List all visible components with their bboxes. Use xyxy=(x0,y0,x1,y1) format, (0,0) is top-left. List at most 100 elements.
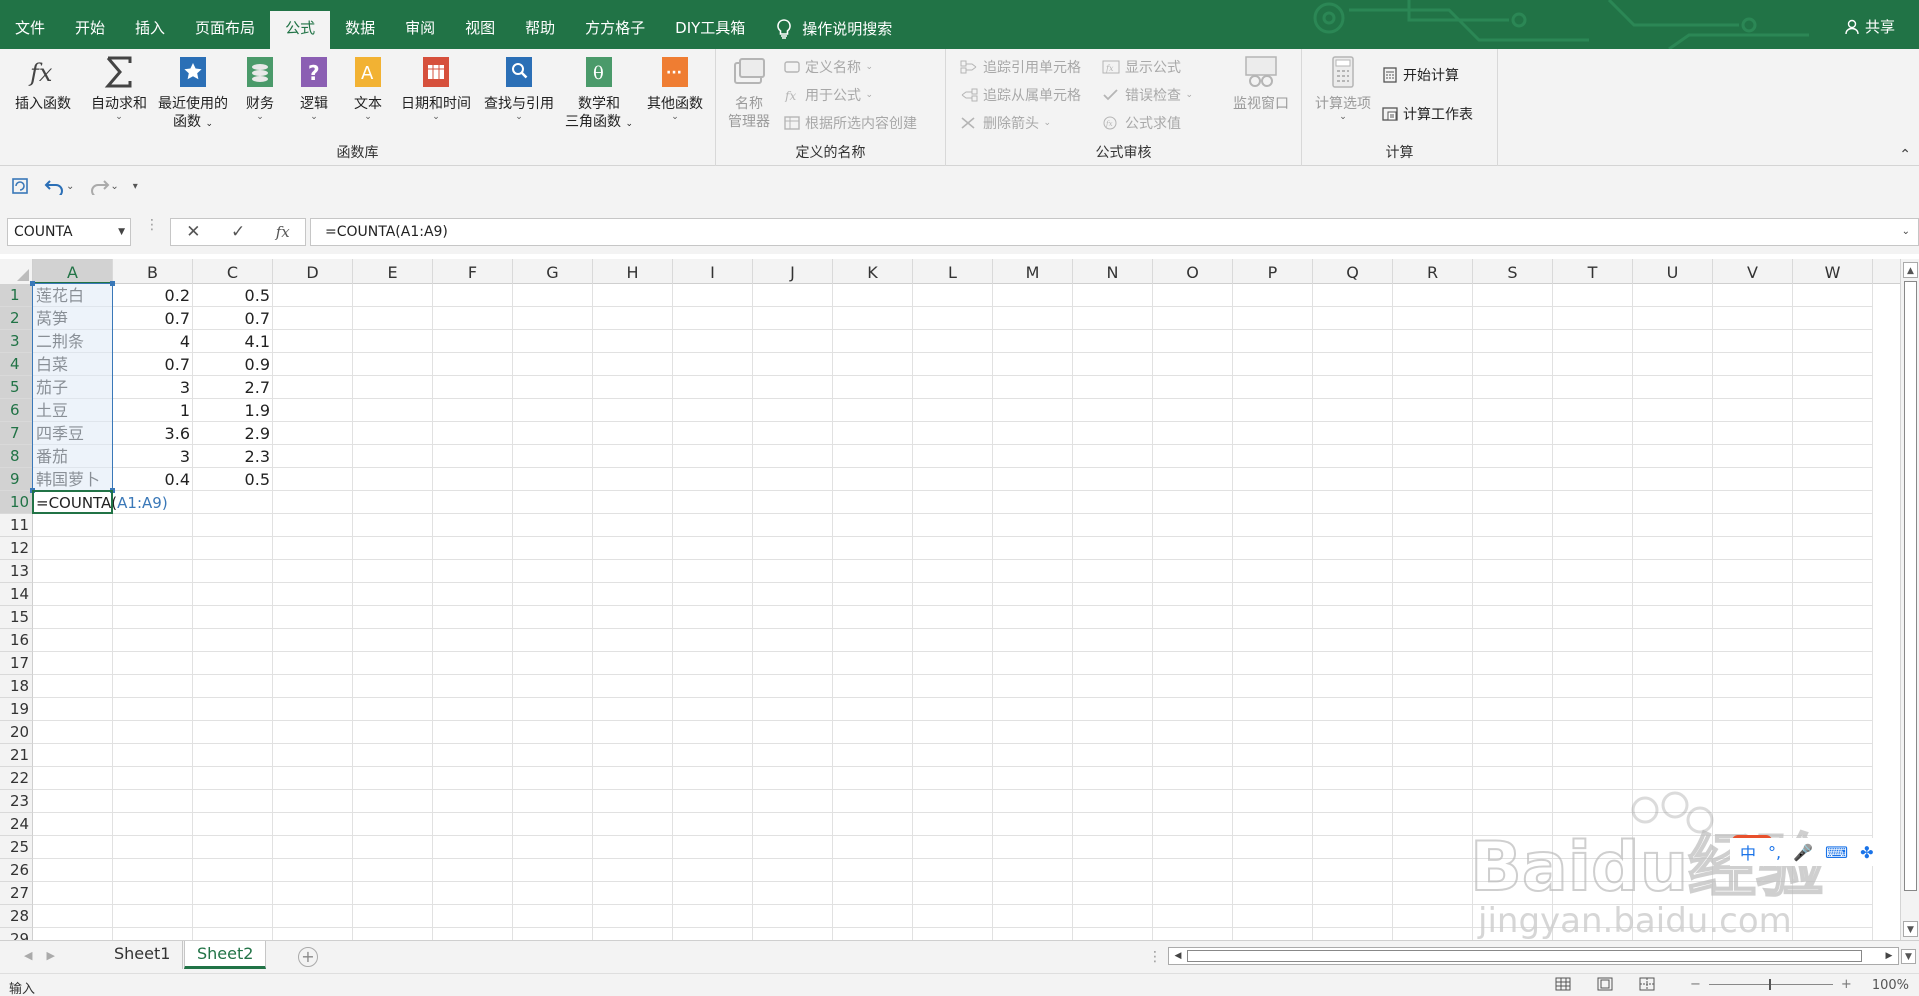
cell-a10-editing[interactable]: =COUNTA(A1:A9) xyxy=(33,491,168,514)
column-header-b[interactable]: B xyxy=(113,259,193,284)
cell-a6[interactable]: 土豆 xyxy=(33,399,113,422)
calculate-sheet-button[interactable]: 计算工作表 xyxy=(1382,104,1473,124)
row-header-18[interactable]: 18 xyxy=(0,675,33,698)
column-header-u[interactable]: U xyxy=(1633,259,1713,284)
name-manager-button[interactable]: 名称 管理器 xyxy=(724,55,774,131)
row-header-12[interactable]: 12 xyxy=(0,537,33,560)
scroll-right-icon[interactable]: ▶ xyxy=(1881,948,1897,964)
row-header-5[interactable]: 5 xyxy=(0,376,33,399)
column-header-d[interactable]: D xyxy=(273,259,353,284)
zoom-slider[interactable]: − + xyxy=(1690,977,1852,992)
cell-c1[interactable]: 0.5 xyxy=(193,284,273,307)
cell-a2[interactable]: 莴笋 xyxy=(33,307,113,330)
more-functions-button[interactable]: ··· 其他函数 ⌄ xyxy=(640,55,710,122)
row-header-8[interactable]: 8 xyxy=(0,445,33,468)
column-header-o[interactable]: O xyxy=(1153,259,1233,284)
cell-c4[interactable]: 0.9 xyxy=(193,353,273,376)
scroll-corner-down-icon[interactable]: ▼ xyxy=(1901,949,1916,964)
resize-handle-icon[interactable]: ⋮ xyxy=(145,218,159,232)
math-trig-button[interactable]: θ 数学和 三角函数 ⌄ xyxy=(560,55,638,133)
column-header-k[interactable]: K xyxy=(833,259,913,284)
insert-function-icon[interactable]: fx xyxy=(276,223,290,241)
cell-a8[interactable]: 番茄 xyxy=(33,445,113,468)
cell-c6[interactable]: 1.9 xyxy=(193,399,273,422)
cell-c8[interactable]: 2.3 xyxy=(193,445,273,468)
expand-formula-bar-icon[interactable]: ⌄ xyxy=(1902,219,1910,245)
use-in-formula-button[interactable]: fx 用于公式 ⌄ xyxy=(784,85,873,105)
column-header-a[interactable]: A xyxy=(33,259,113,284)
cell-c5[interactable]: 2.7 xyxy=(193,376,273,399)
row-header-11[interactable]: 11 xyxy=(0,514,33,537)
share-button[interactable]: 共享 xyxy=(1845,16,1895,37)
tab-formulas[interactable]: 公式 xyxy=(270,11,331,49)
row-header-26[interactable]: 26 xyxy=(0,859,33,882)
cell-b9[interactable]: 0.4 xyxy=(113,468,193,491)
cell-a7[interactable]: 四季豆 xyxy=(33,422,113,445)
enter-checkmark-icon[interactable]: ✓ xyxy=(231,222,245,242)
cell-b1[interactable]: 0.2 xyxy=(113,284,193,307)
column-header-c[interactable]: C xyxy=(193,259,273,284)
watch-window-button[interactable]: 监视窗口 xyxy=(1226,55,1296,113)
vertical-scrollbar[interactable]: ▲ ▼ xyxy=(1900,259,1919,940)
row-header-15[interactable]: 15 xyxy=(0,606,33,629)
cell-b7[interactable]: 3.6 xyxy=(113,422,193,445)
select-all-button[interactable] xyxy=(0,259,33,284)
tab-data[interactable]: 数据 xyxy=(330,0,390,49)
column-header-f[interactable]: F xyxy=(433,259,513,284)
autosave-button[interactable] xyxy=(10,176,30,196)
date-time-button[interactable]: 日期和时间 ⌄ xyxy=(396,55,476,122)
column-header-r[interactable]: R xyxy=(1393,259,1473,284)
customize-qat-button[interactable]: ▾ xyxy=(133,181,138,192)
row-header-4[interactable]: 4 xyxy=(0,353,33,376)
row-header-13[interactable]: 13 xyxy=(0,560,33,583)
cell-a3[interactable]: 二荆条 xyxy=(33,330,113,353)
row-header-3[interactable]: 3 xyxy=(0,330,33,353)
row-header-22[interactable]: 22 xyxy=(0,767,33,790)
row-header-10[interactable]: 10 xyxy=(0,491,33,514)
ime-menu-icon[interactable]: ✤ xyxy=(1860,843,1873,862)
column-header-p[interactable]: P xyxy=(1233,259,1313,284)
text-function-button[interactable]: A 文本 ⌄ xyxy=(344,55,392,122)
row-header-19[interactable]: 19 xyxy=(0,698,33,721)
tab-help[interactable]: 帮助 xyxy=(510,0,570,49)
trace-precedents-button[interactable]: 追踪引用单元格 xyxy=(960,57,1081,77)
scroll-up-icon[interactable]: ▲ xyxy=(1903,262,1918,278)
microphone-icon[interactable]: 🎤 xyxy=(1793,843,1813,862)
column-header-v[interactable]: V xyxy=(1713,259,1793,284)
row-header-16[interactable]: 16 xyxy=(0,629,33,652)
tab-split-handle-icon[interactable]: ⋮ xyxy=(1148,949,1162,965)
cancel-icon[interactable]: ✕ xyxy=(186,222,200,242)
tab-view[interactable]: 视图 xyxy=(450,0,510,49)
name-box[interactable]: COUNTA ▼ xyxy=(7,218,131,246)
row-header-23[interactable]: 23 xyxy=(0,790,33,813)
scroll-left-icon[interactable]: ◀ xyxy=(1170,948,1186,964)
calculation-options-button[interactable]: 计算选项 ⌄ xyxy=(1308,55,1378,122)
keyboard-icon[interactable]: ⌨ xyxy=(1825,843,1848,862)
column-header-t[interactable]: T xyxy=(1553,259,1633,284)
zoom-in-icon[interactable]: + xyxy=(1841,977,1852,992)
column-header-s[interactable]: S xyxy=(1473,259,1553,284)
cell-b5[interactable]: 3 xyxy=(113,376,193,399)
sheet-nav-arrows[interactable]: ◀ ▶ xyxy=(24,949,55,962)
tab-review[interactable]: 审阅 xyxy=(390,0,450,49)
punctuation-icon[interactable]: °, xyxy=(1768,843,1781,862)
row-header-27[interactable]: 27 xyxy=(0,882,33,905)
autosum-button[interactable]: 自动求和 ⌄ xyxy=(84,55,154,122)
financial-button[interactable]: 财务 ⌄ xyxy=(236,55,284,122)
lookup-reference-button[interactable]: 查找与引用 ⌄ xyxy=(478,55,560,122)
row-header-20[interactable]: 20 xyxy=(0,721,33,744)
redo-button[interactable]: ⌄ xyxy=(88,177,119,195)
tab-fangfang[interactable]: 方方格子 xyxy=(570,0,660,49)
formula-input[interactable]: =COUNTA(A1:A9) ⌄ xyxy=(310,218,1919,246)
trace-dependents-button[interactable]: 追踪从属单元格 xyxy=(960,85,1081,105)
add-sheet-icon[interactable]: + xyxy=(298,947,318,967)
worksheet-grid[interactable]: ABCDEFGHIJKLMNOPQRSTUVW 1 2 3 4 5 6 7 8 9 10 11 12 1… xyxy=(0,259,1900,940)
column-header-g[interactable]: G xyxy=(513,259,593,284)
horizontal-scrollbar[interactable]: ◀ ▶ xyxy=(1168,947,1899,965)
row-header-29[interactable]: 29 xyxy=(0,928,33,940)
cell-b3[interactable]: 4 xyxy=(113,330,193,353)
tab-insert[interactable]: 插入 xyxy=(120,0,180,49)
horizontal-scroll-thumb[interactable] xyxy=(1187,950,1862,962)
calculate-now-button[interactable]: 开始计算 xyxy=(1382,65,1459,85)
define-name-button[interactable]: 定义名称 ⌄ xyxy=(784,57,873,77)
